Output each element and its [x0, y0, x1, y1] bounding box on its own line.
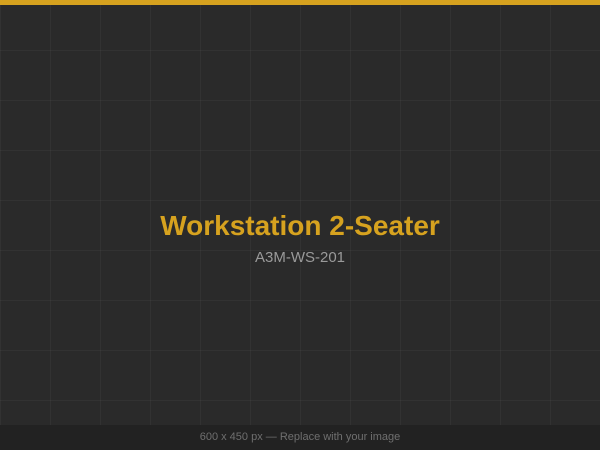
product-code: A3M-WS-201: [254, 249, 346, 266]
top-accent-bar: [0, 0, 600, 5]
product-title: Workstation 2-Seater: [160, 210, 440, 241]
placeholder-label: Workstation 2-Seater A3M-WS-201: [0, 206, 600, 268]
footer-caption: 600 x 450 px — Replace with your image: [0, 425, 600, 450]
placeholder-canvas: Workstation 2-Seater A3M-WS-201 600 x 45…: [0, 0, 600, 450]
